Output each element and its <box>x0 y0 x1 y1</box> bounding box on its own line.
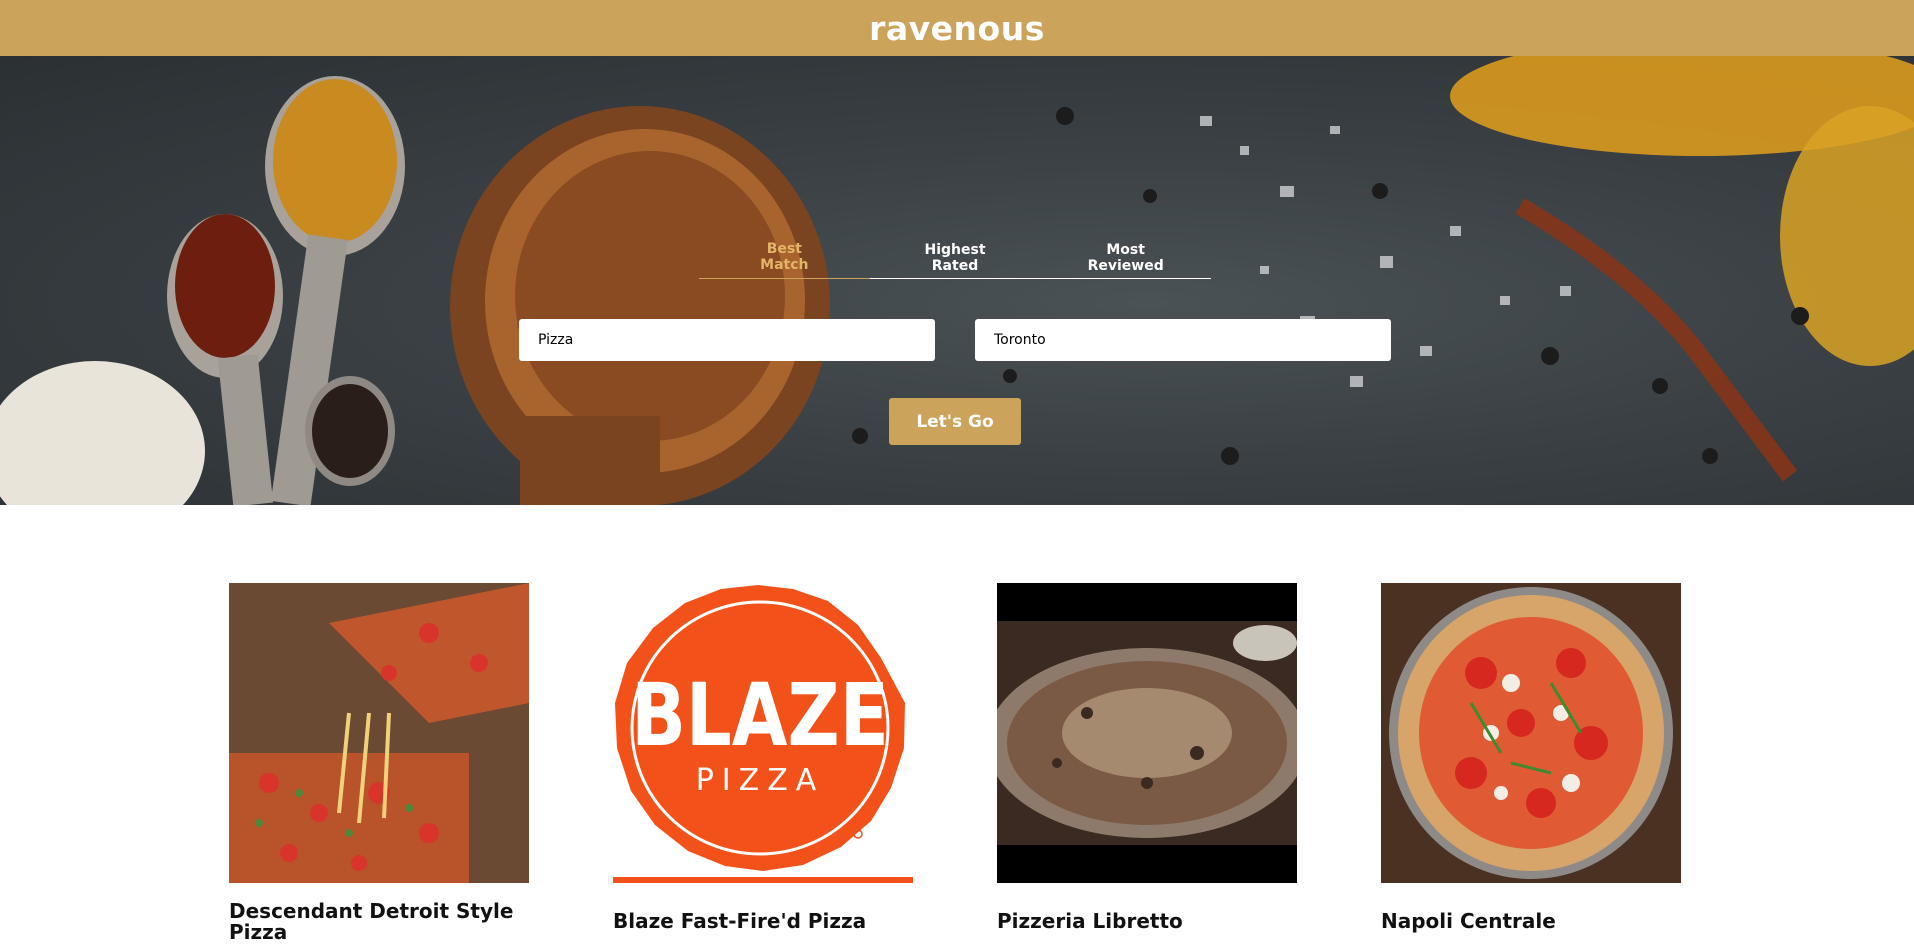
sort-option-highest-rated[interactable]: Highest Rated <box>870 185 1041 279</box>
brand-logo: ravenous <box>869 8 1045 48</box>
business-image <box>229 583 529 883</box>
business-card[interactable]: BLAZE PIZZA Blaze Fast-Fire'd Pizza <box>613 583 913 932</box>
sort-option-label: Most Reviewed <box>1087 242 1164 274</box>
search-hero: Best Match Highest Rated Most Reviewed L… <box>0 56 1914 505</box>
blaze-logo-subtext: PIZZA <box>696 763 825 798</box>
business-image <box>1381 583 1681 883</box>
business-card[interactable]: Descendant Detroit Style Pizza <box>229 583 529 943</box>
sort-option-label: Highest Rated <box>924 242 986 274</box>
business-image <box>997 583 1297 883</box>
top-bar: ravenous <box>0 0 1914 56</box>
business-card[interactable]: Pizzeria Libretto <box>997 583 1297 932</box>
pizza-photo-icon <box>997 583 1297 883</box>
business-name: Napoli Centrale <box>1381 909 1556 933</box>
sort-option-most-reviewed[interactable]: Most Reviewed <box>1040 185 1211 279</box>
business-name: Pizzeria Libretto <box>997 909 1183 933</box>
search-term-input[interactable] <box>519 319 935 361</box>
lets-go-button[interactable]: Let's Go <box>889 398 1021 445</box>
location-input[interactable] <box>975 319 1391 361</box>
business-name: Descendant Detroit Style Pizza <box>229 899 514 944</box>
business-card[interactable]: Napoli Centrale <box>1381 583 1681 932</box>
business-image: BLAZE PIZZA <box>613 583 913 883</box>
pizza-photo-icon <box>1381 583 1681 883</box>
sort-option-best-match[interactable]: Best Match <box>699 185 870 279</box>
sort-options: Best Match Highest Rated Most Reviewed <box>699 185 1211 279</box>
blaze-logo-text: BLAZE <box>631 665 889 766</box>
sort-option-label: Best Match <box>760 241 809 273</box>
blaze-logo-icon: BLAZE PIZZA <box>613 583 913 883</box>
business-name: Blaze Fast-Fire'd Pizza <box>613 909 867 933</box>
pizza-photo-icon <box>229 583 529 883</box>
